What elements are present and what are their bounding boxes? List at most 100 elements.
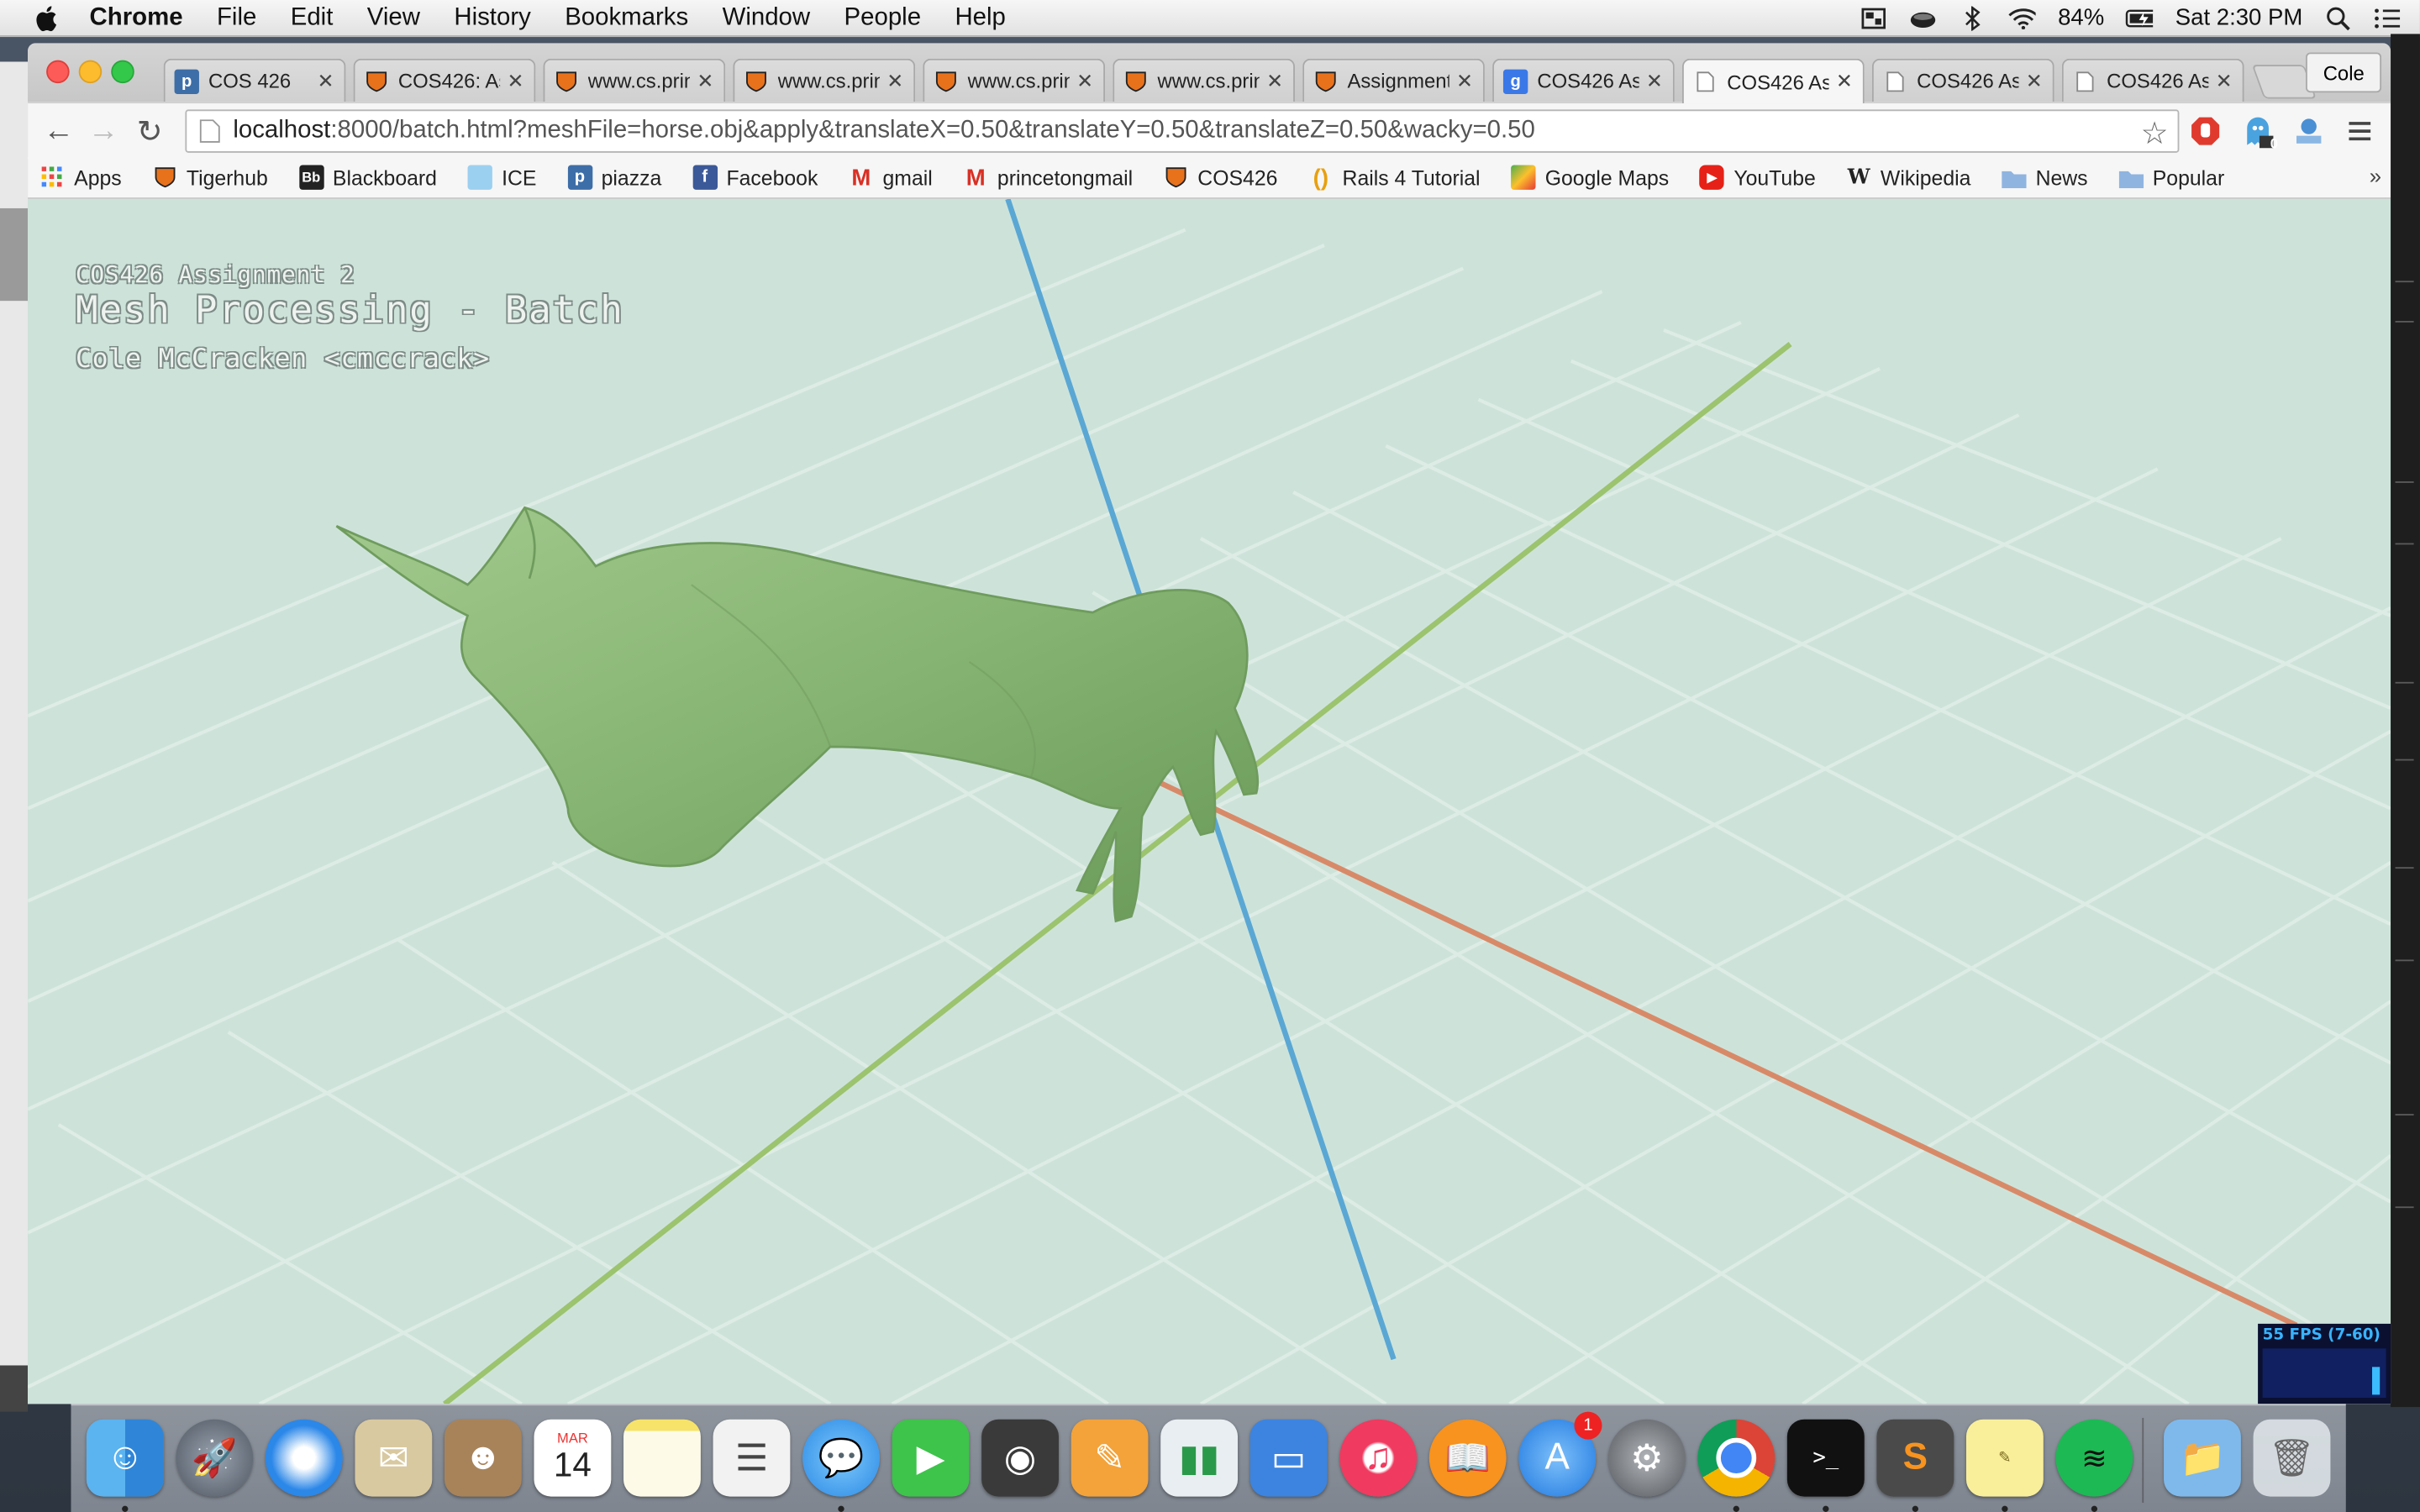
extension-icon[interactable]	[2291, 114, 2325, 148]
menu-help[interactable]: Help	[955, 4, 1005, 32]
menu-bookmarks[interactable]: Bookmarks	[565, 4, 688, 32]
calendar-icon[interactable]: MAR 14	[534, 1419, 612, 1497]
bookmark-tigerhub[interactable]: Tigerhub	[152, 165, 268, 190]
notification-center-icon[interactable]	[2374, 7, 2402, 29]
bookmark-star-icon[interactable]: ☆	[2141, 114, 2169, 153]
tab-close-icon[interactable]: ✕	[1455, 69, 1474, 93]
spotify-icon[interactable]: ≋	[2055, 1419, 2133, 1497]
bookmark-gmail[interactable]: Mgmail	[849, 165, 932, 191]
tab-8-active[interactable]: COS426 As ✕	[1682, 58, 1865, 104]
bookmark-rails-tutorial[interactable]: () Rails 4 Tutorial	[1308, 165, 1481, 191]
system-preferences-icon[interactable]: ⚙	[1607, 1419, 1686, 1497]
tab-7[interactable]: g COS426 As ✕	[1492, 58, 1675, 102]
bookmark-apps[interactable]: Apps	[40, 165, 122, 190]
bookmark-google-maps[interactable]: Google Maps	[1511, 165, 1669, 190]
chrome-icon[interactable]	[1697, 1419, 1776, 1497]
clock[interactable]: Sat 2:30 PM	[2175, 5, 2303, 31]
tab-0[interactable]: p COS 426 ✕	[163, 58, 346, 102]
bookmarks-overflow-icon[interactable]: »	[2370, 164, 2381, 188]
keynote-icon[interactable]: ▭	[1249, 1419, 1328, 1497]
bluetooth-icon[interactable]	[1960, 5, 1987, 30]
mission-control-icon[interactable]	[1860, 7, 1888, 29]
menu-file[interactable]: File	[217, 4, 256, 32]
bookmark-piazza[interactable]: p piazza	[567, 165, 661, 190]
spotlight-search-icon[interactable]	[2324, 6, 2352, 30]
wifi-icon[interactable]	[2008, 7, 2037, 29]
tab-3[interactable]: www.cs.prin ✕	[733, 58, 916, 102]
menu-edit[interactable]: Edit	[291, 4, 334, 32]
pages-icon[interactable]: ✎	[1071, 1419, 1149, 1497]
window-zoom-button[interactable]	[111, 60, 134, 84]
stickies-icon[interactable]: ✎	[1965, 1419, 2044, 1497]
caffeine-icon[interactable]	[1910, 7, 1938, 29]
bookmark-ice[interactable]: ICE	[467, 165, 536, 190]
menu-history[interactable]: History	[454, 4, 530, 32]
safari-icon[interactable]: ✦	[265, 1419, 343, 1497]
tab-close-icon[interactable]: ✕	[1265, 69, 1284, 93]
tab-close-icon[interactable]: ✕	[506, 69, 524, 93]
itunes-icon[interactable]: ♫	[1339, 1419, 1418, 1497]
downloads-folder-icon[interactable]: 📁	[2164, 1419, 2241, 1497]
battery-icon[interactable]	[2126, 7, 2154, 29]
menu-app-name[interactable]: Chrome	[90, 4, 183, 32]
numbers-icon[interactable]: ▮▮	[1160, 1419, 1239, 1497]
terminal-icon[interactable]: >_	[1786, 1419, 1865, 1497]
bookmarks-bar: Apps Tigerhub Bb Blackboard ICE p piazza f…	[28, 157, 2391, 199]
bookmark-youtube[interactable]: ▶ YouTube	[1699, 165, 1816, 190]
menu-view[interactable]: View	[367, 4, 420, 32]
bookmark-blackboard[interactable]: Bb Blackboard	[298, 165, 437, 190]
3d-scene[interactable]	[28, 198, 2391, 1404]
tab-10[interactable]: COS426 As ✕	[2061, 58, 2244, 102]
tab-close-icon[interactable]: ✕	[696, 69, 714, 93]
webgl-viewport[interactable]: COS426 Assignment 2 Mesh Processing - Ba…	[28, 198, 2391, 1404]
finder-icon[interactable]: ☺	[86, 1419, 164, 1497]
fps-stats-panel[interactable]: 55 FPS (7-60)	[2258, 1323, 2391, 1404]
tab-title: COS 426	[208, 69, 292, 93]
notes-icon[interactable]	[623, 1419, 701, 1497]
tab-4[interactable]: www.cs.prin ✕	[923, 58, 1106, 102]
tab-close-icon[interactable]: ✕	[317, 69, 335, 93]
trash-icon[interactable]: 🗑	[2253, 1419, 2331, 1497]
tab-9[interactable]: COS426 As ✕	[1871, 58, 2054, 102]
forward-arrow-icon[interactable]: →	[85, 113, 122, 150]
ibooks-icon[interactable]: 📖	[1428, 1419, 1507, 1497]
photo-booth-icon[interactable]: ◉	[981, 1419, 1059, 1497]
tab-close-icon[interactable]: ✕	[1835, 70, 1854, 94]
bookmark-folder-news[interactable]: News	[2002, 165, 2088, 190]
address-bar[interactable]: localhost:8000/batch.html?meshFile=horse…	[185, 109, 2180, 153]
apple-menu-icon[interactable]	[34, 4, 61, 32]
tab-close-icon[interactable]: ✕	[2215, 69, 2233, 93]
tab-6[interactable]: Assignment ✕	[1302, 58, 1485, 102]
facetime-icon[interactable]: ▶	[892, 1419, 970, 1497]
tab-1[interactable]: COS426: As ✕	[353, 58, 536, 102]
menu-people[interactable]: People	[844, 4, 922, 32]
tab-2[interactable]: www.cs.prin ✕	[543, 58, 726, 102]
tab-close-icon[interactable]: ✕	[1076, 69, 1094, 93]
launchpad-icon[interactable]: 🚀	[176, 1419, 254, 1497]
reminders-icon[interactable]: ☰	[713, 1419, 791, 1497]
tab-5[interactable]: www.cs.prin ✕	[1113, 58, 1295, 102]
reload-icon[interactable]: ↻	[131, 113, 168, 150]
bookmark-facebook[interactable]: f Facebook	[692, 165, 818, 190]
ghostery-icon[interactable]: 0	[2241, 114, 2278, 151]
sublime-text-icon[interactable]: S	[1876, 1419, 1954, 1497]
menu-window[interactable]: Window	[723, 4, 811, 32]
mail-icon[interactable]: ✉	[355, 1419, 433, 1497]
tab-close-icon[interactable]: ✕	[2025, 69, 2044, 93]
tab-close-icon[interactable]: ✕	[886, 69, 904, 93]
bookmark-folder-popular[interactable]: Popular	[2118, 165, 2224, 190]
chrome-menu-icon[interactable]	[2343, 114, 2376, 148]
contacts-icon[interactable]: ☻	[444, 1419, 522, 1497]
bookmark-princetongmail[interactable]: Mprincetongmail	[964, 165, 1133, 191]
window-close-button[interactable]	[46, 60, 70, 84]
window-minimize-button[interactable]	[78, 60, 103, 84]
tab-close-icon[interactable]: ✕	[1645, 69, 1664, 93]
adblock-icon[interactable]	[2188, 114, 2222, 148]
profile-button[interactable]: Cole	[2306, 52, 2382, 93]
bookmark-wikipedia[interactable]: W Wikipedia	[1847, 165, 1971, 190]
back-arrow-icon[interactable]: ←	[40, 113, 77, 150]
app-store-icon[interactable]: A1	[1518, 1411, 1602, 1497]
messages-icon[interactable]: 💬	[802, 1419, 880, 1497]
menu-bar: Chrome File Edit View History Bookmarks …	[0, 0, 2420, 38]
bookmark-cos426[interactable]: COS426	[1164, 165, 1277, 190]
